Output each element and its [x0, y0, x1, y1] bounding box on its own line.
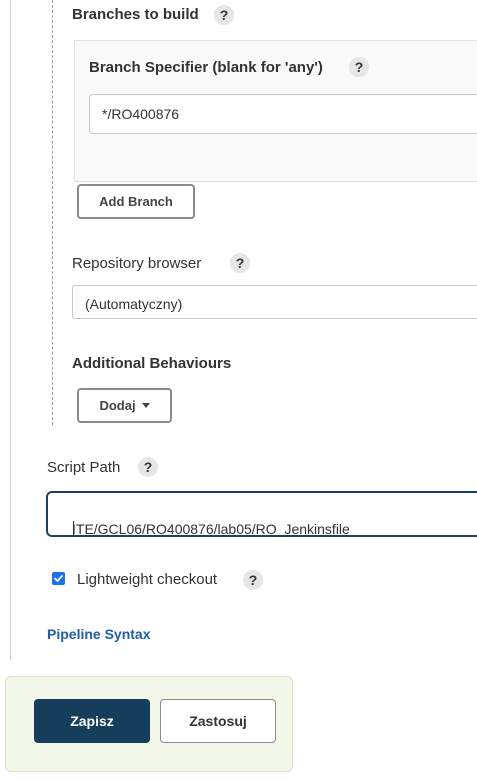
script-path-input[interactable]: ITE/GCL06/RO400876/lab05/RO_Jenkinsfile [46, 491, 477, 537]
branches-help-icon[interactable]: ? [214, 5, 234, 25]
repository-browser-selected-value: (Automatyczny) [85, 296, 183, 312]
additional-behaviours-label: Additional Behaviours [72, 355, 232, 372]
section-border [10, 0, 11, 660]
script-path-label: Script Path [47, 459, 121, 476]
pipeline-syntax-link[interactable]: Pipeline Syntax [47, 626, 150, 642]
caret-down-icon [141, 403, 150, 408]
add-branch-button[interactable]: Add Branch [77, 184, 195, 219]
add-behaviour-label: Dodaj [99, 398, 136, 413]
branch-specifier-help-icon[interactable]: ? [349, 57, 369, 77]
lightweight-checkout-label: Lightweight checkout [77, 571, 218, 588]
repository-browser-select[interactable]: (Automatyczny) [72, 285, 477, 319]
repository-browser-help-icon[interactable]: ? [230, 253, 250, 273]
script-path-help-icon[interactable]: ? [138, 457, 158, 477]
scm-section-dashed-border [52, 0, 53, 425]
checkmark-icon [54, 575, 63, 582]
branches-title: Branches to build [72, 6, 199, 23]
lightweight-checkout-checkbox[interactable] [52, 572, 65, 585]
lightweight-checkout-help-icon[interactable]: ? [243, 570, 263, 590]
add-behaviour-dropdown-button[interactable]: Dodaj [77, 388, 172, 423]
apply-button[interactable]: Zastosuj [160, 699, 276, 743]
save-button[interactable]: Zapisz [34, 699, 150, 743]
repository-browser-label: Repository browser [72, 255, 202, 272]
branch-specifier-label: Branch Specifier (blank for 'any') [89, 59, 323, 76]
branch-specifier-input[interactable] [89, 94, 477, 134]
